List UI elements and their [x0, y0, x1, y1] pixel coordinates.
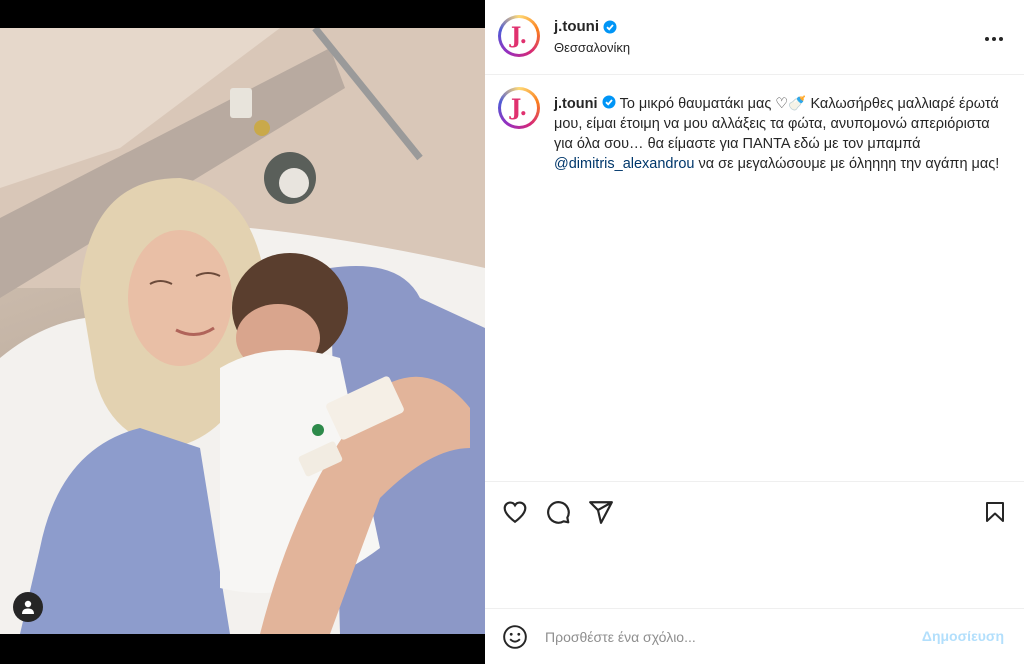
share-icon[interactable]	[588, 499, 614, 525]
user-tag-button[interactable]	[13, 592, 43, 622]
caption-mention-link[interactable]: @dimitris_alexandrou	[554, 156, 694, 172]
comment-icon[interactable]	[545, 499, 571, 525]
more-options-button[interactable]	[984, 26, 1004, 47]
post-sidebar: J. j.touni Θεσσαλονίκη J. j.touni Το μικ…	[485, 0, 1024, 664]
comment-input[interactable]	[543, 623, 907, 651]
caption-username[interactable]: j.touni	[554, 96, 598, 112]
caption-body: j.touni Το μικρό θαυματάκι μας ♡🍼 Καλωσή…	[554, 94, 1004, 174]
verified-badge-icon	[602, 95, 616, 109]
post-location[interactable]: Θεσσαλονίκη	[554, 40, 630, 55]
heart-icon[interactable]	[502, 499, 528, 525]
avatar-logo: J.	[501, 90, 537, 126]
comment-composer: Δημοσίευση	[485, 608, 1024, 665]
post-media	[0, 0, 485, 664]
user-tag-icon	[22, 600, 34, 614]
author-avatar[interactable]: J.	[498, 15, 540, 57]
author-username[interactable]: j.touni	[554, 18, 599, 35]
post-caption: J. j.touni Το μικρό θαυματάκι μας ♡🍼 Καλ…	[485, 75, 1024, 480]
caption-text-end: να σε μεγαλώσουμε με όληηηη την αγάπη μα…	[694, 156, 1000, 172]
caption-text: Το μικρό θαυματάκι μας ♡🍼 Καλωσήρθες μαλ…	[554, 96, 999, 152]
post-comment-button[interactable]: Δημοσίευση	[922, 628, 1004, 644]
photo-illustration	[0, 28, 485, 634]
post-photo[interactable]	[0, 28, 485, 634]
more-options-icon	[985, 37, 1003, 41]
caption-avatar[interactable]: J.	[498, 87, 540, 129]
author-username-row: j.touni	[554, 18, 617, 35]
avatar-logo: J.	[501, 18, 537, 54]
verified-badge-icon	[603, 20, 617, 33]
bookmark-icon[interactable]	[983, 499, 1007, 525]
post-actions	[485, 481, 1024, 552]
emoji-icon[interactable]	[502, 624, 528, 650]
post-header: J. j.touni Θεσσαλονίκη	[485, 0, 1024, 75]
